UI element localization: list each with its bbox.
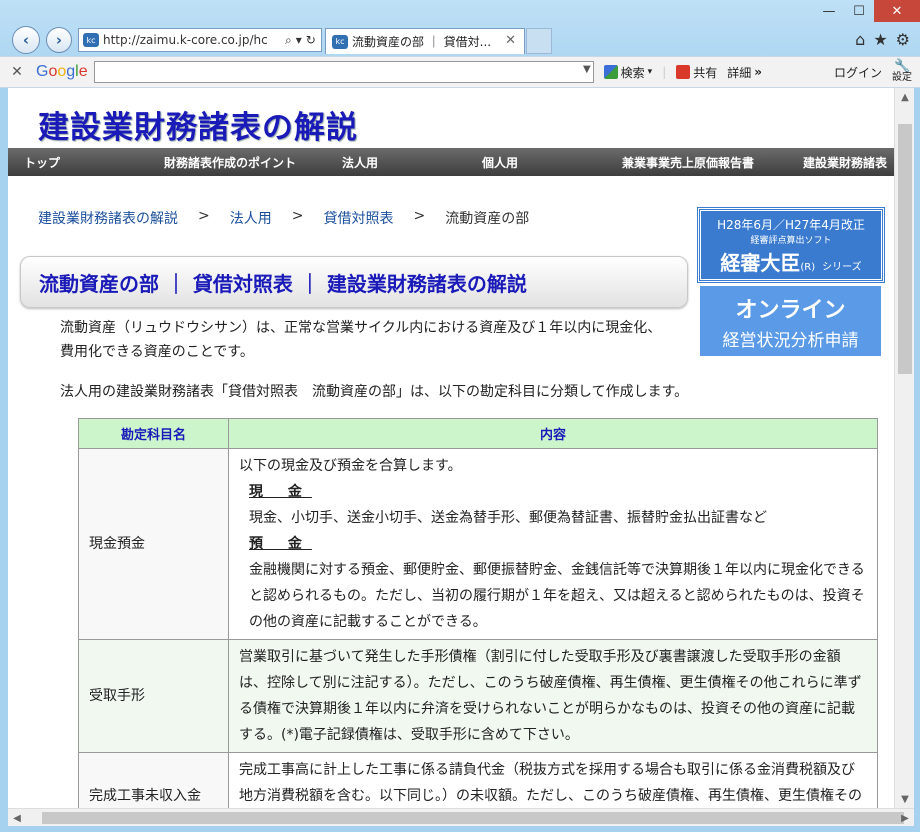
breadcrumb-link[interactable]: 法人用 bbox=[230, 208, 272, 228]
nav-item-corporate[interactable]: 法人用 bbox=[342, 154, 378, 171]
back-arrow-icon[interactable]: ‹ bbox=[12, 26, 40, 54]
nav-item-individual[interactable]: 個人用 bbox=[482, 154, 518, 171]
column-header-content: 内容 bbox=[228, 418, 878, 449]
nav-item-statements[interactable]: 建設業財務諸表 bbox=[803, 154, 887, 171]
scroll-up-icon[interactable]: ▲ bbox=[895, 88, 915, 106]
account-name: 完成工事未収入金 bbox=[78, 752, 229, 808]
breadcrumb-link[interactable]: 建設業財務諸表の解説 bbox=[38, 208, 178, 228]
banner-analysis-text: 経営状況分析申請 bbox=[722, 331, 859, 351]
table-row: 完成工事未収入金 完成工事高に計上した工事に係る請負代金（税抜方式を採用する場合… bbox=[78, 752, 878, 808]
window-controls: — ☐ ✕ bbox=[814, 0, 920, 22]
google-more-button[interactable]: 詳細» bbox=[727, 64, 762, 81]
nav-item-points[interactable]: 財務諸表作成のポイント bbox=[164, 154, 296, 171]
gear-icon[interactable]: ⚙ bbox=[896, 30, 910, 49]
wrench-icon: 🔧 bbox=[893, 59, 911, 74]
toolbar-close-icon[interactable]: ✕ bbox=[6, 64, 28, 80]
tab-title: 流動資産の部 ｜ 貸借対... bbox=[352, 35, 492, 49]
dropdown-arrow-icon[interactable]: ▾ bbox=[296, 33, 302, 48]
google-share-button[interactable]: 共有 bbox=[676, 64, 717, 81]
banner-software-text: 経審評点算出ソフト bbox=[750, 236, 832, 246]
main-nav: トップ 財務諸表作成のポイント 法人用 個人用 兼業事業売上原価報告書 建設業財… bbox=[8, 148, 894, 176]
table-row: 現金預金 以下の現金及び預金を合算します。 現 金 現金、小切手、送金小切手、送… bbox=[78, 448, 878, 640]
keishin-daijin-banner[interactable]: H28年6月／H27年4月改正 経審評点算出ソフト 経審大臣(R) シリーズ bbox=[697, 207, 885, 283]
subheading: 預 金 bbox=[249, 536, 312, 552]
home-icon[interactable]: ⌂ bbox=[855, 30, 865, 49]
intro-paragraph: 流動資産（リュウドウシサン）は、正常な営業サイクル内における資産及び１年以内に現… bbox=[60, 320, 662, 360]
page-heading: 流動資産の部 ｜ 貸借対照表 ｜ 建設業財務諸表の解説 bbox=[20, 256, 688, 308]
tab-close-icon[interactable]: ✕ bbox=[505, 33, 516, 48]
google-logo: Google bbox=[36, 63, 88, 80]
scroll-down-icon[interactable]: ▼ bbox=[895, 790, 915, 808]
minimize-button[interactable]: — bbox=[814, 0, 844, 22]
accounts-table: 勘定科目名 内容 現金預金 以下の現金及び預金を合算します。 現 金 現金、小切… bbox=[78, 418, 878, 808]
new-tab-button[interactable] bbox=[526, 28, 552, 54]
account-name: 現金預金 bbox=[78, 448, 229, 640]
page-content: 建設業財務諸表の解説 トップ 財務諸表作成のポイント 法人用 個人用 兼業事業売… bbox=[8, 88, 894, 808]
google-settings-button[interactable]: 🔧 設定 bbox=[892, 59, 912, 83]
banner-product-name: 経審大臣(R) シリーズ bbox=[720, 251, 862, 275]
refresh-icon[interactable]: ↻ bbox=[306, 33, 316, 48]
google-toolbar: ✕ Google ▼ 検索 ▾ | 共有 詳細» ログイン 🔧 設定 bbox=[0, 56, 920, 88]
breadcrumb: 建設業財務諸表の解説 > 法人用 > 貸借対照表 > 流動資産の部 bbox=[38, 208, 530, 228]
search-icon[interactable]: ⌕ bbox=[285, 33, 292, 48]
nav-item-side-business[interactable]: 兼業事業売上原価報告書 bbox=[622, 154, 754, 171]
share-icon bbox=[676, 65, 691, 79]
site-favicon-icon: kc bbox=[83, 33, 99, 47]
table-header-row: 勘定科目名 内容 bbox=[78, 418, 878, 449]
scroll-thumb-horizontal[interactable] bbox=[42, 812, 904, 824]
intro-paragraph-2: 法人用の建設業財務諸表「貸借対照表 流動資産の部」は、以下の勘定科目に分類して作… bbox=[60, 384, 689, 400]
google-search-icon bbox=[603, 65, 618, 79]
scroll-left-icon[interactable]: ◀ bbox=[8, 809, 26, 827]
horizontal-scrollbar[interactable]: ◀ ▶ bbox=[8, 808, 914, 826]
close-window-button[interactable]: ✕ bbox=[874, 0, 920, 22]
google-login-button[interactable]: ログイン bbox=[834, 64, 882, 81]
account-content: 以下の現金及び預金を合算します。 現 金 現金、小切手、送金小切手、送金為替手形… bbox=[228, 448, 878, 640]
address-url[interactable]: http://zaimu.k-core.co.jp/hc bbox=[103, 33, 283, 47]
banner-online-text: オンライン bbox=[735, 298, 846, 323]
account-content: 完成工事高に計上した工事に係る請負代金（税抜方式を採用する場合も取引に係る金消費… bbox=[228, 752, 878, 808]
banner-revision-text: H28年6月／H27年4月改正 bbox=[717, 218, 865, 232]
favorites-star-icon[interactable]: ★ bbox=[873, 30, 887, 49]
breadcrumb-current: 流動資産の部 bbox=[445, 211, 530, 227]
nav-item-top[interactable]: トップ bbox=[24, 154, 60, 171]
chevron-down-icon[interactable]: ▼ bbox=[583, 64, 591, 75]
browser-tab[interactable]: kc 流動資産の部 ｜ 貸借対... ✕ bbox=[325, 28, 525, 54]
account-content: 営業取引に基づいて発生した手形債権（割引に付した受取手形及び裏書譲渡した受取手形… bbox=[228, 639, 878, 753]
site-title[interactable]: 建設業財務諸表の解説 bbox=[38, 102, 358, 147]
subheading: 現 金 bbox=[249, 484, 312, 500]
google-search-button[interactable]: 検索 ▾ bbox=[603, 64, 652, 81]
online-application-banner[interactable]: オンライン 経営状況分析申請 bbox=[700, 286, 881, 356]
breadcrumb-link[interactable]: 貸借対照表 bbox=[323, 208, 393, 228]
vertical-scrollbar[interactable]: ▲ ▼ bbox=[894, 88, 914, 808]
account-name: 受取手形 bbox=[78, 639, 229, 753]
scroll-right-icon[interactable]: ▶ bbox=[896, 809, 914, 827]
table-row: 受取手形 営業取引に基づいて発生した手形債権（割引に付した受取手形及び裏書譲渡し… bbox=[78, 639, 878, 753]
column-header-account: 勘定科目名 bbox=[78, 418, 229, 449]
scroll-thumb[interactable] bbox=[898, 124, 912, 374]
maximize-button[interactable]: ☐ bbox=[844, 0, 874, 22]
tab-favicon-icon: kc bbox=[332, 34, 348, 49]
address-bar[interactable]: kc http://zaimu.k-core.co.jp/hc ⌕ ▾ ↻ bbox=[78, 28, 322, 52]
google-search-input[interactable]: ▼ bbox=[93, 61, 594, 83]
forward-arrow-icon[interactable]: › bbox=[46, 27, 72, 53]
